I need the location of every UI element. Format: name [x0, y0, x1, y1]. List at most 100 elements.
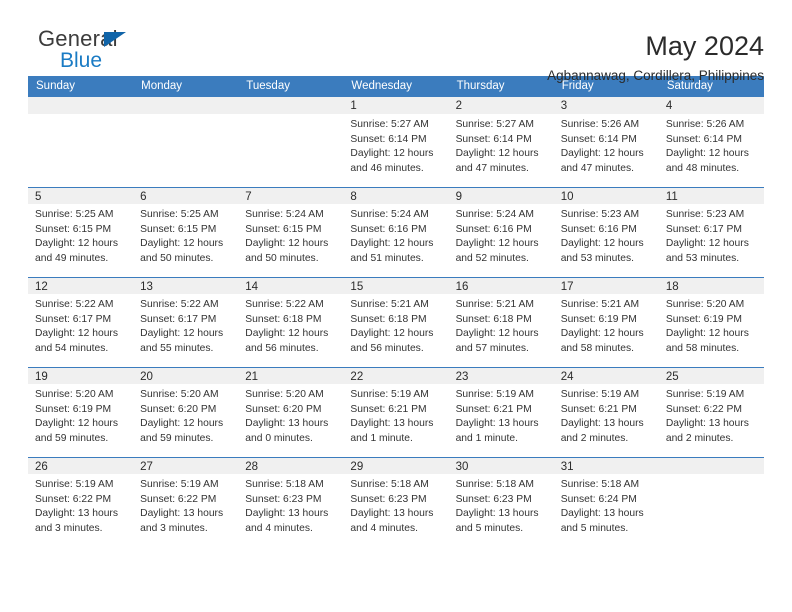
daylight-text: Daylight: 12 hours: [455, 328, 539, 339]
sunrise-text: Sunrise: 5:23 AM: [560, 209, 640, 220]
day-number: 12: [35, 281, 48, 293]
calendar-day-cell[interactable]: 28 Sunrise: 5:18 AM Sunset: 6:23 PM Dayligh…: [238, 457, 344, 547]
calendar-day-cell[interactable]: 21 Sunrise: 5:20 AM Sunset: 6:20 PM Dayligh…: [238, 367, 344, 457]
calendar-day-cell[interactable]: 22 Sunrise: 5:19 AM Sunset: 6:21 PM Dayligh…: [343, 367, 449, 457]
calendar-day-cell[interactable]: 12 Sunrise: 5:22 AM Sunset: 6:17 PM Dayligh…: [28, 277, 134, 367]
sunset-text: Sunset: 6:20 PM: [245, 403, 322, 415]
sunrise-text: Sunrise: 5:19 AM: [35, 479, 114, 490]
calendar-day-cell-empty: [238, 97, 344, 187]
daylight-text: Daylight: 12 hours: [665, 328, 749, 339]
day-details: Sunrise: 5:20 AM Sunset: 6:19 PM Daylight:…: [28, 384, 133, 446]
calendar-day-cell[interactable]: 16 Sunrise: 5:21 AM Sunset: 6:18 PM Dayligh…: [448, 277, 554, 367]
day-number: 17: [560, 281, 574, 293]
day-details: Sunrise: 5:18 AM Sunset: 6:23 PM Daylight:…: [449, 474, 554, 536]
daylight-text: and 5 minutes.: [560, 522, 629, 534]
calendar-day-cell[interactable]: 26 Sunrise: 5:19 AM Sunset: 6:22 PM Dayligh…: [28, 457, 134, 547]
sunset-text: Sunset: 6:18 PM: [245, 313, 322, 325]
calendar-day-cell[interactable]: 11 Sunrise: 5:23 AM Sunset: 6:17 PM Dayligh…: [658, 187, 764, 277]
day-number: 18: [665, 281, 679, 293]
day-details: Sunrise: 5:19 AM Sunset: 6:22 PM Daylight:…: [659, 384, 764, 446]
triangle-icon: [104, 32, 126, 47]
sunrise-text: Sunrise: 5:27 AM: [455, 119, 534, 130]
sunset-text: Sunset: 6:21 PM: [560, 403, 637, 415]
date-band: 1: [343, 97, 449, 114]
calendar-day-cell[interactable]: 17 Sunrise: 5:21 AM Sunset: 6:19 PM Dayligh…: [553, 277, 659, 367]
date-band: 9: [448, 187, 554, 204]
calendar-day-cell[interactable]: 24 Sunrise: 5:19 AM Sunset: 6:21 PM Dayligh…: [553, 367, 659, 457]
date-band: 8: [343, 187, 449, 204]
date-band: 3: [553, 97, 659, 114]
sunset-text: Sunset: 6:17 PM: [35, 313, 112, 325]
daylight-text: and 50 minutes.: [140, 252, 214, 264]
sunset-text: Sunset: 6:23 PM: [350, 493, 427, 505]
calendar-day-cell[interactable]: 10 Sunrise: 5:23 AM Sunset: 6:16 PM Dayligh…: [553, 187, 659, 277]
date-band: 12: [28, 277, 134, 294]
calendar-day-cell[interactable]: 6 Sunrise: 5:25 AM Sunset: 6:15 PM Daylight…: [133, 187, 239, 277]
sunset-text: Sunset: 6:21 PM: [350, 403, 427, 415]
calendar-day-cell[interactable]: 30 Sunrise: 5:18 AM Sunset: 6:23 PM Dayligh…: [448, 457, 554, 547]
day-number: 6: [140, 191, 147, 203]
sunrise-sunset-calendar: Sunday Monday Tuesday Wednesday Thursday…: [28, 76, 764, 547]
day-details: Sunrise: 5:19 AM Sunset: 6:22 PM Daylight:…: [28, 474, 133, 536]
date-band: [658, 457, 764, 474]
daylight-text: and 0 minutes.: [245, 432, 313, 444]
calendar-day-cell[interactable]: 18 Sunrise: 5:20 AM Sunset: 6:19 PM Dayligh…: [658, 277, 764, 367]
daylight-text: Daylight: 12 hours: [350, 238, 434, 249]
sunrise-text: Sunrise: 5:26 AM: [665, 119, 745, 130]
calendar-day-cell[interactable]: 13 Sunrise: 5:22 AM Sunset: 6:17 PM Dayligh…: [133, 277, 239, 367]
daylight-text: and 52 minutes.: [455, 252, 529, 264]
daylight-text: and 53 minutes.: [665, 252, 740, 264]
day-details: Sunrise: 5:21 AM Sunset: 6:18 PM Daylight:…: [343, 294, 448, 356]
sunset-text: Sunset: 6:14 PM: [455, 133, 532, 145]
date-band: 18: [658, 277, 764, 294]
calendar-day-cell[interactable]: 5 Sunrise: 5:25 AM Sunset: 6:15 PM Daylight…: [28, 187, 134, 277]
general-blue-logo[interactable]: General Blue: [28, 28, 138, 74]
day-details: Sunrise: 5:23 AM Sunset: 6:16 PM Daylight:…: [554, 204, 659, 266]
calendar-day-cell[interactable]: 15 Sunrise: 5:21 AM Sunset: 6:18 PM Dayligh…: [343, 277, 449, 367]
sunset-text: Sunset: 6:19 PM: [35, 403, 112, 415]
calendar-day-cell[interactable]: 20 Sunrise: 5:20 AM Sunset: 6:20 PM Dayligh…: [133, 367, 239, 457]
daylight-text: Daylight: 12 hours: [350, 148, 434, 159]
calendar-day-cell[interactable]: 25 Sunrise: 5:19 AM Sunset: 6:22 PM Dayligh…: [658, 367, 764, 457]
calendar-day-cell-empty: [28, 97, 134, 187]
sunset-text: Sunset: 6:22 PM: [140, 493, 217, 505]
calendar-day-cell[interactable]: 9 Sunrise: 5:24 AM Sunset: 6:16 PM Daylight…: [448, 187, 554, 277]
daylight-text: Daylight: 12 hours: [35, 418, 118, 429]
sunrise-text: Sunrise: 5:18 AM: [560, 479, 640, 490]
sunset-text: Sunset: 6:15 PM: [245, 223, 322, 235]
calendar-day-cell[interactable]: 31 Sunrise: 5:18 AM Sunset: 6:24 PM Dayligh…: [553, 457, 659, 547]
calendar-day-cell[interactable]: 7 Sunrise: 5:24 AM Sunset: 6:15 PM Daylight…: [238, 187, 344, 277]
day-details: Sunrise: 5:21 AM Sunset: 6:19 PM Daylight:…: [554, 294, 659, 356]
calendar-day-cell[interactable]: 4 Sunrise: 5:26 AM Sunset: 6:14 PM Daylight…: [658, 97, 764, 187]
calendar-day-cell[interactable]: 19 Sunrise: 5:20 AM Sunset: 6:19 PM Dayligh…: [28, 367, 134, 457]
day-number: 7: [245, 191, 252, 203]
day-number: 1: [350, 100, 357, 112]
title-block: May 2024 Agbannawag, Cordillera, Philipp…: [547, 28, 764, 86]
calendar-page: General Blue May 2024 Agbannawag, Cordil…: [0, 0, 792, 612]
day-number: [659, 458, 764, 461]
day-number: [28, 97, 133, 100]
sunrise-text: Sunrise: 5:26 AM: [560, 119, 640, 130]
daylight-text: Daylight: 12 hours: [455, 238, 539, 249]
calendar-day-cell[interactable]: 3 Sunrise: 5:26 AM Sunset: 6:14 PM Daylight…: [553, 97, 659, 187]
calendar-day-cell[interactable]: 8 Sunrise: 5:24 AM Sunset: 6:16 PM Daylight…: [343, 187, 449, 277]
daylight-text: and 46 minutes.: [350, 162, 424, 174]
sunset-text: Sunset: 6:24 PM: [560, 493, 637, 505]
daylight-text: and 3 minutes.: [35, 522, 103, 534]
daylight-text: Daylight: 12 hours: [350, 328, 434, 339]
calendar-body: 1 Sunrise: 5:27 AM Sunset: 6:14 PM Daylight…: [28, 97, 764, 547]
daylight-text: Daylight: 12 hours: [665, 148, 749, 159]
day-details: Sunrise: 5:19 AM Sunset: 6:22 PM Daylight:…: [133, 474, 238, 536]
calendar-day-cell[interactable]: 2 Sunrise: 5:27 AM Sunset: 6:14 PM Daylight…: [448, 97, 554, 187]
sunrise-text: Sunrise: 5:24 AM: [350, 209, 429, 220]
sunrise-text: Sunrise: 5:20 AM: [245, 389, 324, 400]
sunset-text: Sunset: 6:18 PM: [455, 313, 532, 325]
sunrise-text: Sunrise: 5:23 AM: [665, 209, 745, 220]
calendar-day-cell[interactable]: 27 Sunrise: 5:19 AM Sunset: 6:22 PM Dayligh…: [133, 457, 239, 547]
calendar-day-cell[interactable]: 29 Sunrise: 5:18 AM Sunset: 6:23 PM Dayligh…: [343, 457, 449, 547]
sunrise-text: Sunrise: 5:20 AM: [665, 299, 745, 310]
calendar-day-cell[interactable]: 1 Sunrise: 5:27 AM Sunset: 6:14 PM Daylight…: [343, 97, 449, 187]
calendar-day-cell[interactable]: 14 Sunrise: 5:22 AM Sunset: 6:18 PM Dayligh…: [238, 277, 344, 367]
daylight-text: Daylight: 13 hours: [665, 418, 749, 429]
calendar-day-cell[interactable]: 23 Sunrise: 5:19 AM Sunset: 6:21 PM Dayligh…: [448, 367, 554, 457]
